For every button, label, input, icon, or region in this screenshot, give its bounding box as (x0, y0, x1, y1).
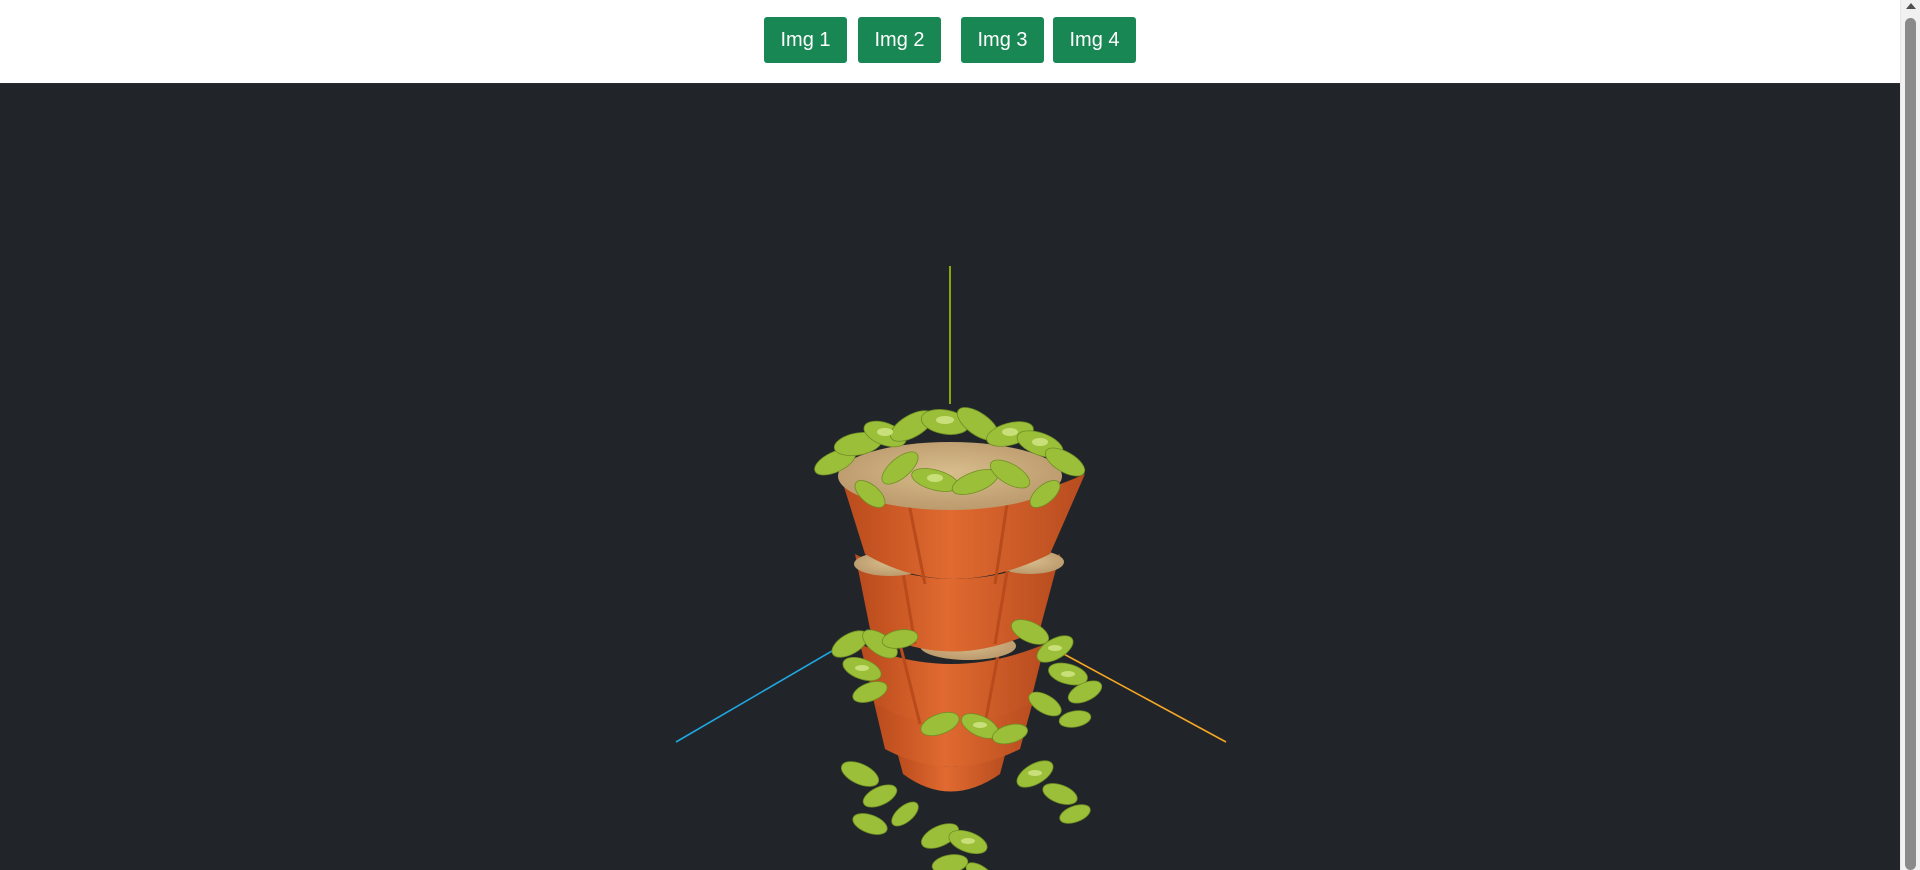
app-page: Img 1 Img 2 Img 3 Img 4 (0, 0, 1920, 870)
3d-viewport[interactable] (0, 84, 1900, 870)
3d-scene[interactable] (0, 84, 1900, 870)
img-3-button[interactable]: Img 3 (961, 17, 1044, 63)
scroll-up-arrow-icon[interactable] (1906, 3, 1916, 9)
img-2-button[interactable]: Img 2 (858, 17, 941, 63)
img-1-button[interactable]: Img 1 (764, 17, 847, 63)
vertical-scrollbar[interactable] (1900, 0, 1920, 870)
img-4-button[interactable]: Img 4 (1053, 17, 1136, 63)
scrollbar-thumb[interactable] (1905, 18, 1916, 870)
stacked-planter-tower-icon[interactable] (811, 401, 1105, 870)
toolbar: Img 1 Img 2 Img 3 Img 4 (0, 0, 1900, 84)
